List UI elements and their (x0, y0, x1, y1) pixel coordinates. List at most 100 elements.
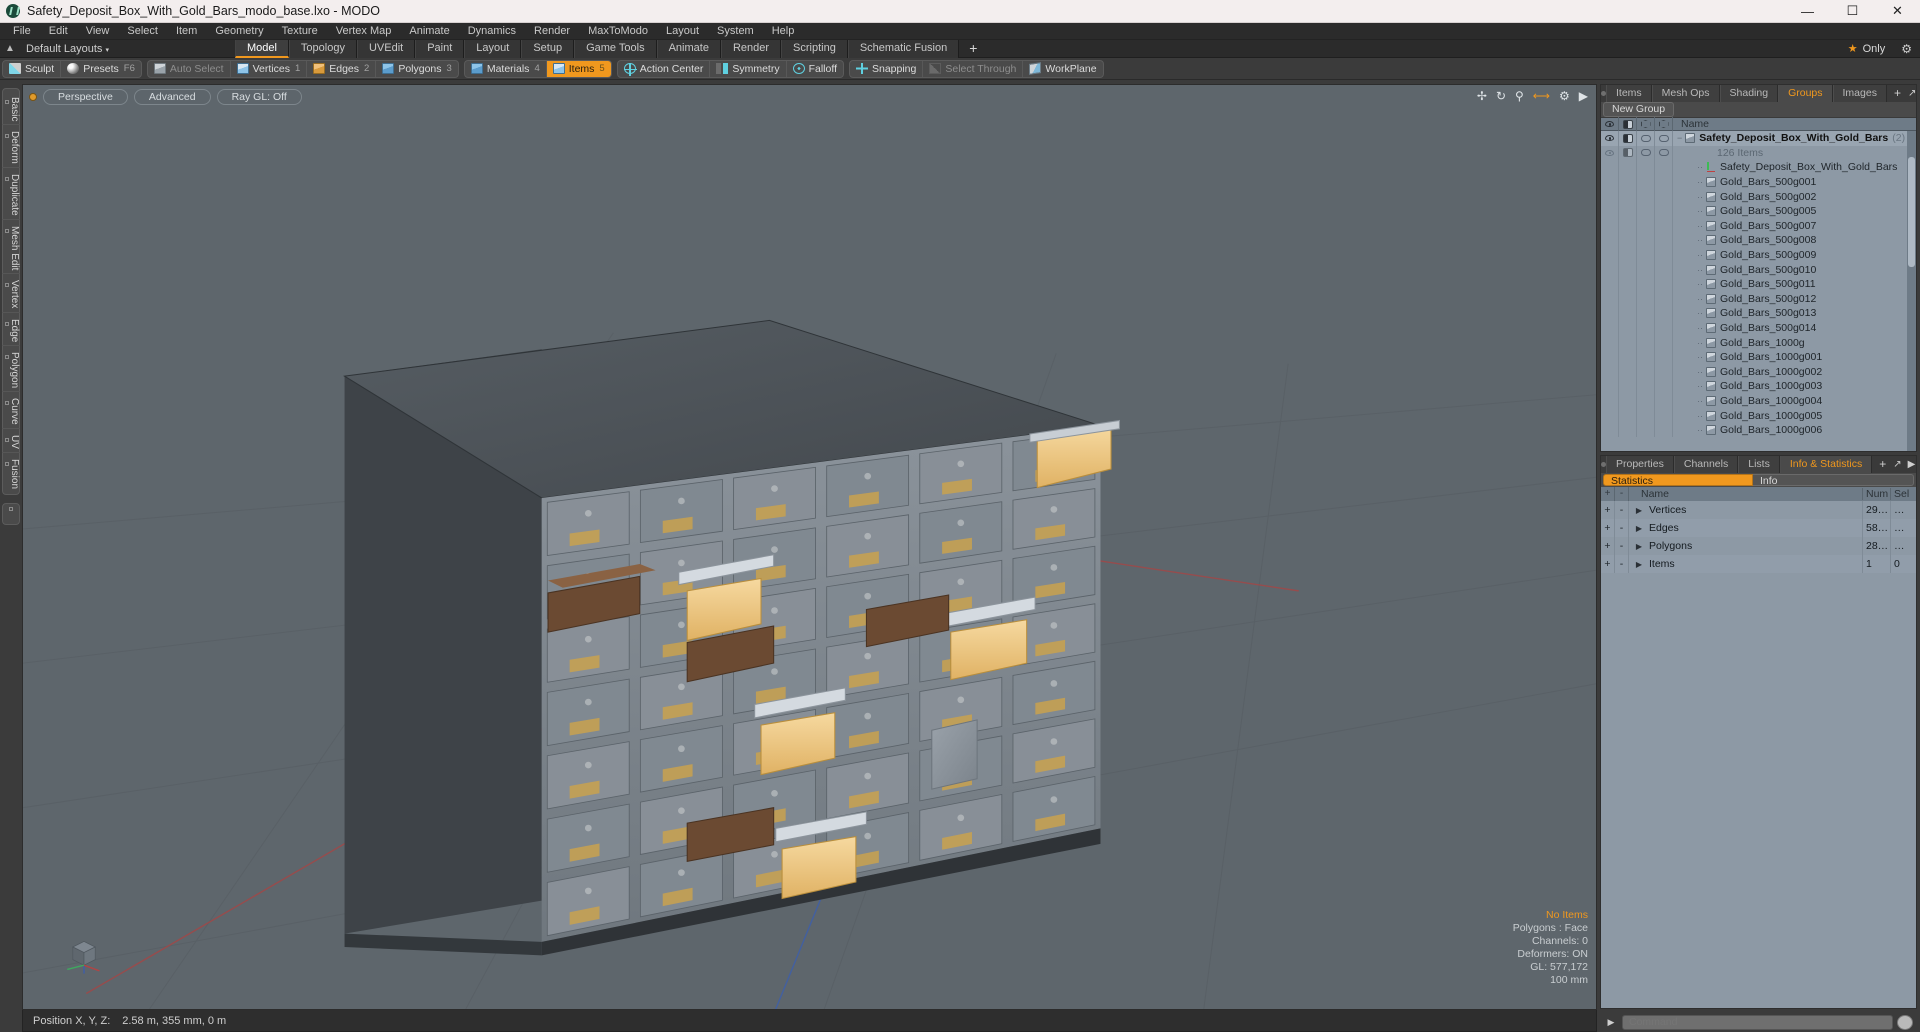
group-list-item[interactable]: ·· Gold_Bars_500g002 (1601, 189, 1916, 204)
toolbar-materials[interactable]: Materials 4 (465, 60, 547, 77)
layout-tab-schematic-fusion[interactable]: Schematic Fusion (847, 39, 960, 58)
eye-icon[interactable] (1601, 117, 1619, 131)
statistics-remove-button[interactable]: - (1615, 555, 1629, 573)
statistics-remove-button[interactable]: - (1615, 519, 1629, 537)
toolbar-select-through[interactable]: Select Through (923, 60, 1024, 77)
groups-root-row[interactable]: −Safety_Deposit_Box_With_Gold_Bars(2)... (1601, 131, 1916, 146)
row-render-toggle[interactable] (1655, 145, 1673, 161)
menu-render[interactable]: Render (525, 23, 579, 40)
layout-tab-setup[interactable]: Setup (521, 39, 575, 58)
menu-edit[interactable]: Edit (40, 23, 77, 40)
row-render-toggle[interactable] (1655, 131, 1673, 146)
statistics-add-button[interactable]: + (1601, 501, 1615, 519)
left-tab-edge[interactable]: Edge (2, 313, 20, 347)
group-list-item[interactable]: ·· Safety_Deposit_Box_With_Gold_Bars (1601, 160, 1916, 175)
tab-statistics[interactable]: Statistics (1603, 474, 1753, 487)
menu-file[interactable]: File (4, 23, 40, 40)
left-tab-deform[interactable]: Deform (2, 125, 20, 169)
row-wire-toggle[interactable] (1637, 131, 1655, 146)
tab-lists[interactable]: Lists (1738, 456, 1780, 473)
home-icon[interactable]: ▲ (0, 43, 20, 54)
groups-list-body[interactable]: −Safety_Deposit_Box_With_Gold_Bars(2)...… (1601, 131, 1916, 451)
groups-scrollbar[interactable] (1907, 131, 1916, 451)
fit-icon[interactable]: ⟷ (1533, 89, 1550, 103)
chevron-right-icon[interactable]: ▶ (1908, 459, 1916, 470)
layout-tab-topology[interactable]: Topology (288, 39, 357, 58)
layout-preset-dropdown[interactable]: Default Layouts ▾ (20, 43, 115, 55)
only-toggle[interactable]: ★ Only (1840, 42, 1894, 56)
layout-tab-uvedit[interactable]: UVEdit (356, 39, 416, 58)
toolbar-sculpt[interactable]: Sculpt (3, 60, 62, 77)
layout-tab-animate[interactable]: Animate (656, 39, 721, 58)
menu-layout[interactable]: Layout (657, 23, 708, 40)
expand-arrow-icon[interactable]: ▶ (1629, 560, 1649, 569)
menu-system[interactable]: System (708, 23, 763, 40)
tab-channels[interactable]: Channels (1673, 456, 1739, 473)
wireframe-icon[interactable] (1637, 117, 1655, 131)
add-layout-tab-button[interactable]: + (959, 40, 987, 57)
toolbar-items[interactable]: Items 5 (546, 60, 611, 77)
expand-arrow-icon[interactable]: ▶ (1629, 542, 1649, 551)
left-tab-duplicate[interactable]: Duplicate (2, 168, 20, 220)
shading-icon[interactable] (1619, 117, 1637, 131)
menu-vertex-map[interactable]: Vertex Map (327, 23, 401, 40)
close-button[interactable]: ✕ (1875, 0, 1920, 23)
group-list-item[interactable]: ·· Gold_Bars_500g007 (1601, 218, 1916, 234)
expand-icon[interactable]: ↗ (1908, 88, 1916, 99)
gear-icon[interactable]: ⚙ (1893, 42, 1920, 56)
run-button-icon[interactable] (1897, 1014, 1913, 1030)
left-tab-mesh-edit[interactable]: Mesh Edit (2, 220, 20, 275)
left-tab-polygon[interactable]: Polygon (2, 346, 20, 393)
row-visible-toggle[interactable] (1601, 131, 1619, 146)
left-tab-basic[interactable]: Basic (2, 91, 20, 126)
group-list-item[interactable]: ·· Gold_Bars_1000g (1601, 335, 1916, 350)
chevron-right-icon[interactable]: ▶ (1579, 89, 1588, 103)
group-list-item[interactable]: ·· Gold_Bars_1000g005 (1601, 408, 1916, 423)
rotate-icon[interactable]: ↻ (1496, 89, 1506, 103)
menu-item[interactable]: Item (167, 23, 206, 40)
statistics-remove-button[interactable]: - (1615, 537, 1629, 555)
group-list-item[interactable]: ·· Gold_Bars_500g013 (1601, 306, 1916, 321)
row-shading-toggle[interactable] (1619, 145, 1637, 161)
statistics-row[interactable]: + - ▶ Items 1 0 (1601, 555, 1916, 573)
layout-tab-layout[interactable]: Layout (464, 39, 522, 58)
layout-tab-model[interactable]: Model (234, 39, 289, 58)
tab-properties[interactable]: Properties (1606, 456, 1674, 473)
group-list-item[interactable]: ·· Gold_Bars_1000g004 (1601, 393, 1916, 409)
statistics-add-button[interactable]: + (1601, 537, 1615, 555)
pan-icon[interactable]: ✢ (1477, 89, 1487, 103)
tab-items[interactable]: Items (1606, 85, 1652, 102)
layout-tab-paint[interactable]: Paint (415, 39, 465, 58)
toolbar-auto-select[interactable]: Auto Select (148, 60, 231, 77)
viewport-view-mode[interactable]: Perspective (43, 89, 128, 105)
expand-arrow-icon[interactable]: ▶ (1629, 506, 1649, 515)
group-list-item[interactable]: ·· Gold_Bars_500g008 (1601, 233, 1916, 248)
gear-icon[interactable]: ⚙ (1559, 89, 1570, 103)
group-list-item[interactable]: ·· Gold_Bars_500g011 (1601, 276, 1916, 292)
menu-texture[interactable]: Texture (273, 23, 327, 40)
group-list-item[interactable]: ·· Gold_Bars_500g009 (1601, 247, 1916, 263)
toolbar-action-center[interactable]: Action Center (618, 60, 711, 77)
add-info-tab-button[interactable]: + (1872, 456, 1893, 473)
add-groups-tab-button[interactable]: + (1887, 85, 1908, 102)
menu-maxtomodo[interactable]: MaxToModo (579, 23, 657, 40)
menu-help[interactable]: Help (763, 23, 804, 40)
statistics-row[interactable]: + - ▶ Polygons 28…… (1601, 537, 1916, 555)
new-group-button[interactable]: New Group (1603, 102, 1675, 117)
layout-tab-game-tools[interactable]: Game Tools (574, 39, 657, 58)
viewport-shading-mode[interactable]: Advanced (133, 89, 211, 105)
statistics-remove-button[interactable]: - (1615, 501, 1629, 519)
group-list-item[interactable]: ·· Gold_Bars_500g014 (1601, 320, 1916, 336)
toolbar-vertices[interactable]: Vertices 1 (231, 60, 308, 77)
minimize-button[interactable]: — (1785, 0, 1830, 23)
row-wire-toggle[interactable] (1637, 145, 1655, 161)
statistics-row[interactable]: + - ▶ Vertices 29…… (1601, 501, 1916, 519)
group-list-item[interactable]: ·· Gold_Bars_500g005 (1601, 203, 1916, 219)
group-list-item[interactable]: ·· Gold_Bars_1000g006 (1601, 422, 1916, 438)
toolbar-presets[interactable]: Presets F6 (61, 61, 141, 77)
layout-tab-scripting[interactable]: Scripting (781, 39, 848, 58)
viewport-3d[interactable]: Perspective Advanced Ray GL: Off ✢ ↻ ⚲ ⟷… (22, 84, 1597, 1010)
groups-scrollbar-thumb[interactable] (1908, 157, 1915, 267)
group-list-item[interactable]: ·· Gold_Bars_1000g003 (1601, 379, 1916, 394)
group-list-item[interactable]: ·· Gold_Bars_1000g002 (1601, 364, 1916, 380)
